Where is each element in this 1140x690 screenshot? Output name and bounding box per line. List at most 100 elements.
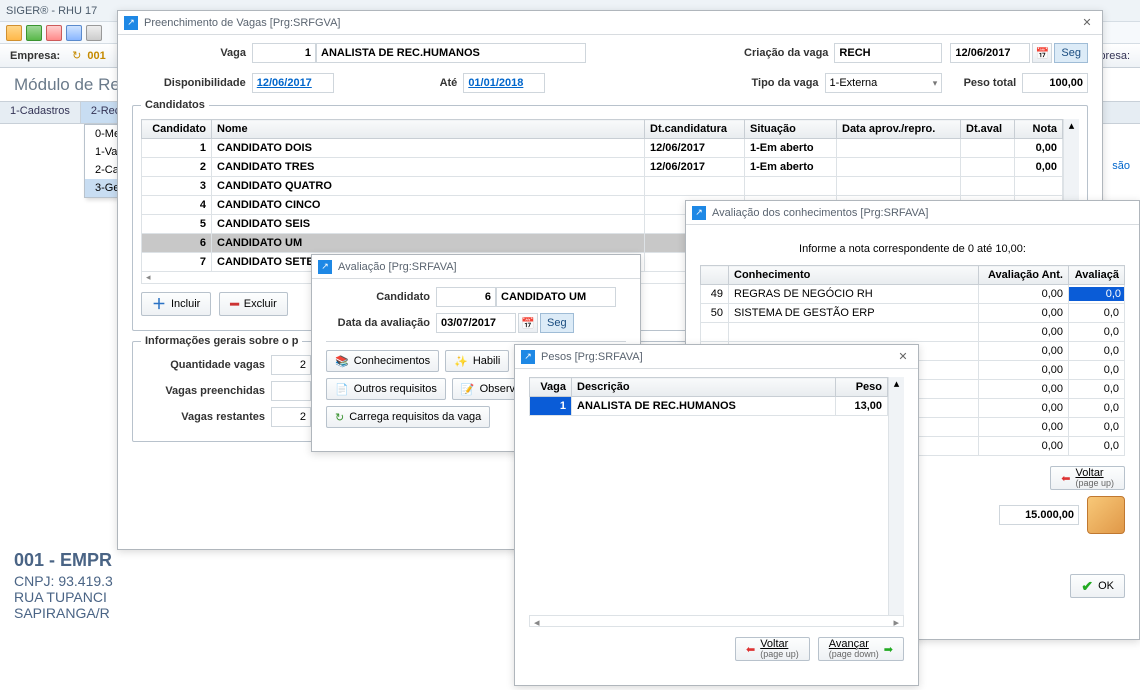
hint-text: Informe a nota correspondente de 0 até 1…: [700, 243, 1125, 255]
empresa-tag: presa:: [1099, 50, 1130, 62]
voltar-sublabel: (page up): [1075, 479, 1114, 488]
carrega-requisitos-button[interactable]: ↻ Carrega requisitos da vaga: [326, 406, 490, 428]
col-peso[interactable]: Peso: [836, 378, 888, 397]
criacao-data-field: 12/06/2017: [950, 43, 1030, 63]
refresh-icon[interactable]: ↻: [72, 49, 81, 62]
app-icon: ↗: [521, 350, 535, 364]
col-candidato[interactable]: Candidato: [142, 120, 212, 139]
outros-requisitos-button[interactable]: 📄Outros requisitos: [326, 378, 446, 400]
table-row[interactable]: 0,000,0: [701, 323, 1125, 342]
habilidades-button[interactable]: ✨ Habili: [445, 350, 509, 372]
col-nome[interactable]: Nome: [212, 120, 645, 139]
close-icon[interactable]: ✕: [1078, 14, 1096, 32]
col-nota[interactable]: Nota: [1015, 120, 1063, 139]
cand-num-field: 6: [436, 287, 496, 307]
table-row[interactable]: 49REGRAS DE NEGÓCIO RH0,000,0: [701, 285, 1125, 304]
table-row[interactable]: 50SISTEMA DE GESTÃO ERP0,000,0: [701, 304, 1125, 323]
col-vaga[interactable]: Vaga: [530, 378, 572, 397]
voltar-button[interactable]: ⬅ Voltar(page up): [735, 637, 810, 661]
seg-button[interactable]: Seg: [540, 313, 574, 333]
label-data-avaliacao: Data da avaliação: [326, 317, 436, 329]
company-name: 001 - EMPR: [14, 550, 113, 571]
refresh-icon: ↻: [335, 411, 344, 424]
doc-icon: 📄: [335, 383, 349, 396]
disp-field[interactable]: 12/06/2017: [252, 73, 334, 93]
seg-button[interactable]: Seg: [1054, 43, 1088, 63]
table-header: Candidato Nome Dt.candidatura Situação D…: [142, 120, 1063, 139]
app-icon: ↗: [124, 16, 138, 30]
label-qtd-vagas: Quantidade vagas: [141, 359, 271, 371]
label-tipo-vaga: Tipo da vaga: [545, 77, 824, 89]
table-row[interactable]: 2CANDIDATO TRES12/06/20171-Em aberto0,00: [142, 158, 1063, 177]
col-dt-candidatura[interactable]: Dt.candidatura: [645, 120, 745, 139]
check-icon: ✔: [1081, 578, 1093, 595]
toolbar-icon[interactable]: [6, 25, 22, 41]
table-row[interactable]: 1CANDIDATO DOIS12/06/20171-Em aberto0,00: [142, 139, 1063, 158]
minus-icon: ━: [230, 296, 238, 313]
col-descricao[interactable]: Descrição: [572, 378, 836, 397]
tipo-vaga-select[interactable]: 1-Externa▾: [825, 73, 943, 93]
calendar-button[interactable]: 📅: [1032, 43, 1052, 63]
col-aval-ant[interactable]: Avaliação Ant.: [979, 266, 1069, 285]
voltar-button[interactable]: ⬅ Voltar(page up): [1050, 466, 1125, 490]
window-title: Pesos [Prg:SRFAVA]: [541, 351, 894, 363]
col-avaliacao[interactable]: Avaliaçã: [1069, 266, 1125, 285]
app-icon: ↗: [318, 260, 332, 274]
toolbar-icon[interactable]: [66, 25, 82, 41]
titlebar[interactable]: ↗ Avaliação dos conhecimentos [Prg:SRFAV…: [686, 201, 1139, 225]
toolbar-icon[interactable]: [46, 25, 62, 41]
side-link[interactable]: são: [1112, 160, 1130, 172]
scrollbar-vertical[interactable]: ▴: [888, 377, 904, 615]
voltar-sublabel: (page up): [760, 650, 799, 659]
conhecimentos-button[interactable]: 📚Conhecimentos: [326, 350, 439, 372]
col-situacao[interactable]: Situação: [745, 120, 837, 139]
app-title: SIGER® - RHU 17: [6, 5, 97, 17]
table-row[interactable]: 3CANDIDATO QUATRO: [142, 177, 1063, 196]
ok-label: OK: [1098, 580, 1114, 592]
label-vaga: Vaga: [132, 47, 252, 59]
toolbar-icon[interactable]: [86, 25, 102, 41]
calendar-button[interactable]: 📅: [518, 313, 538, 333]
habilidades-label: Habili: [473, 355, 501, 367]
label-preenchidas: Vagas preenchidas: [141, 385, 271, 397]
wand-icon: ✨: [454, 355, 468, 368]
note-icon: 📝: [461, 383, 475, 396]
company-city: SAPIRANGA/R: [14, 605, 113, 621]
carrega-label: Carrega requisitos da vaga: [349, 411, 481, 423]
excluir-button[interactable]: ━Excluir: [219, 292, 287, 316]
titlebar[interactable]: ↗ Pesos [Prg:SRFAVA] ✕: [515, 345, 918, 369]
titlebar[interactable]: ↗ Preenchimento de Vagas [Prg:SRFGVA] ✕: [118, 11, 1102, 35]
preenchidas-field: [271, 381, 311, 401]
criacao-user-field: RECH: [834, 43, 942, 63]
tipo-vaga-value: 1-Externa: [830, 77, 878, 89]
vaga-num-field[interactable]: 1: [252, 43, 316, 63]
close-icon[interactable]: ✕: [894, 348, 912, 366]
legend-info: Informações gerais sobre o p: [141, 335, 302, 347]
arrow-left-icon: ⬅: [1061, 472, 1070, 485]
table-row[interactable]: 1ANALISTA DE REC.HUMANOS13,00: [530, 397, 888, 416]
vaga-desc-field[interactable]: ANALISTA DE REC.HUMANOS: [316, 43, 586, 63]
toolbar-icon[interactable]: [26, 25, 42, 41]
window-pesos: ↗ Pesos [Prg:SRFAVA] ✕ Vaga Descrição Pe…: [514, 344, 919, 686]
col-conhecimento[interactable]: Conhecimento: [729, 266, 979, 285]
company-info-panel: 001 - EMPR CNPJ: 93.419.3 RUA TUPANCI SA…: [14, 550, 113, 621]
window-title: Preenchimento de Vagas [Prg:SRFGVA]: [144, 17, 1078, 29]
col-dt-aval[interactable]: Dt.aval: [961, 120, 1015, 139]
restantes-field: 2: [271, 407, 311, 427]
window-title: Avaliação [Prg:SRFAVA]: [338, 261, 634, 273]
incluir-button[interactable]: ＋Incluir: [141, 292, 211, 316]
titlebar[interactable]: ↗ Avaliação [Prg:SRFAVA]: [312, 255, 640, 279]
incluir-label: Incluir: [171, 298, 200, 310]
tab-cadastros[interactable]: 1-Cadastros: [0, 102, 81, 123]
ok-button[interactable]: ✔ OK: [1070, 574, 1125, 598]
col-data-aprov[interactable]: Data aprov./repro.: [837, 120, 961, 139]
ate-field[interactable]: 01/01/2018: [463, 73, 545, 93]
empresa-codigo: 001: [87, 50, 105, 62]
label-ate: Até: [334, 77, 464, 89]
empresa-label: Empresa:: [10, 50, 66, 62]
avancar-button[interactable]: Avançar(page down) ➡: [818, 637, 904, 661]
data-avaliacao-field[interactable]: 03/07/2017: [436, 313, 516, 333]
label-restantes: Vagas restantes: [141, 411, 271, 423]
scrollbar-horizontal[interactable]: ◂▸: [529, 615, 904, 627]
arrow-left-icon: ⬅: [746, 643, 755, 656]
